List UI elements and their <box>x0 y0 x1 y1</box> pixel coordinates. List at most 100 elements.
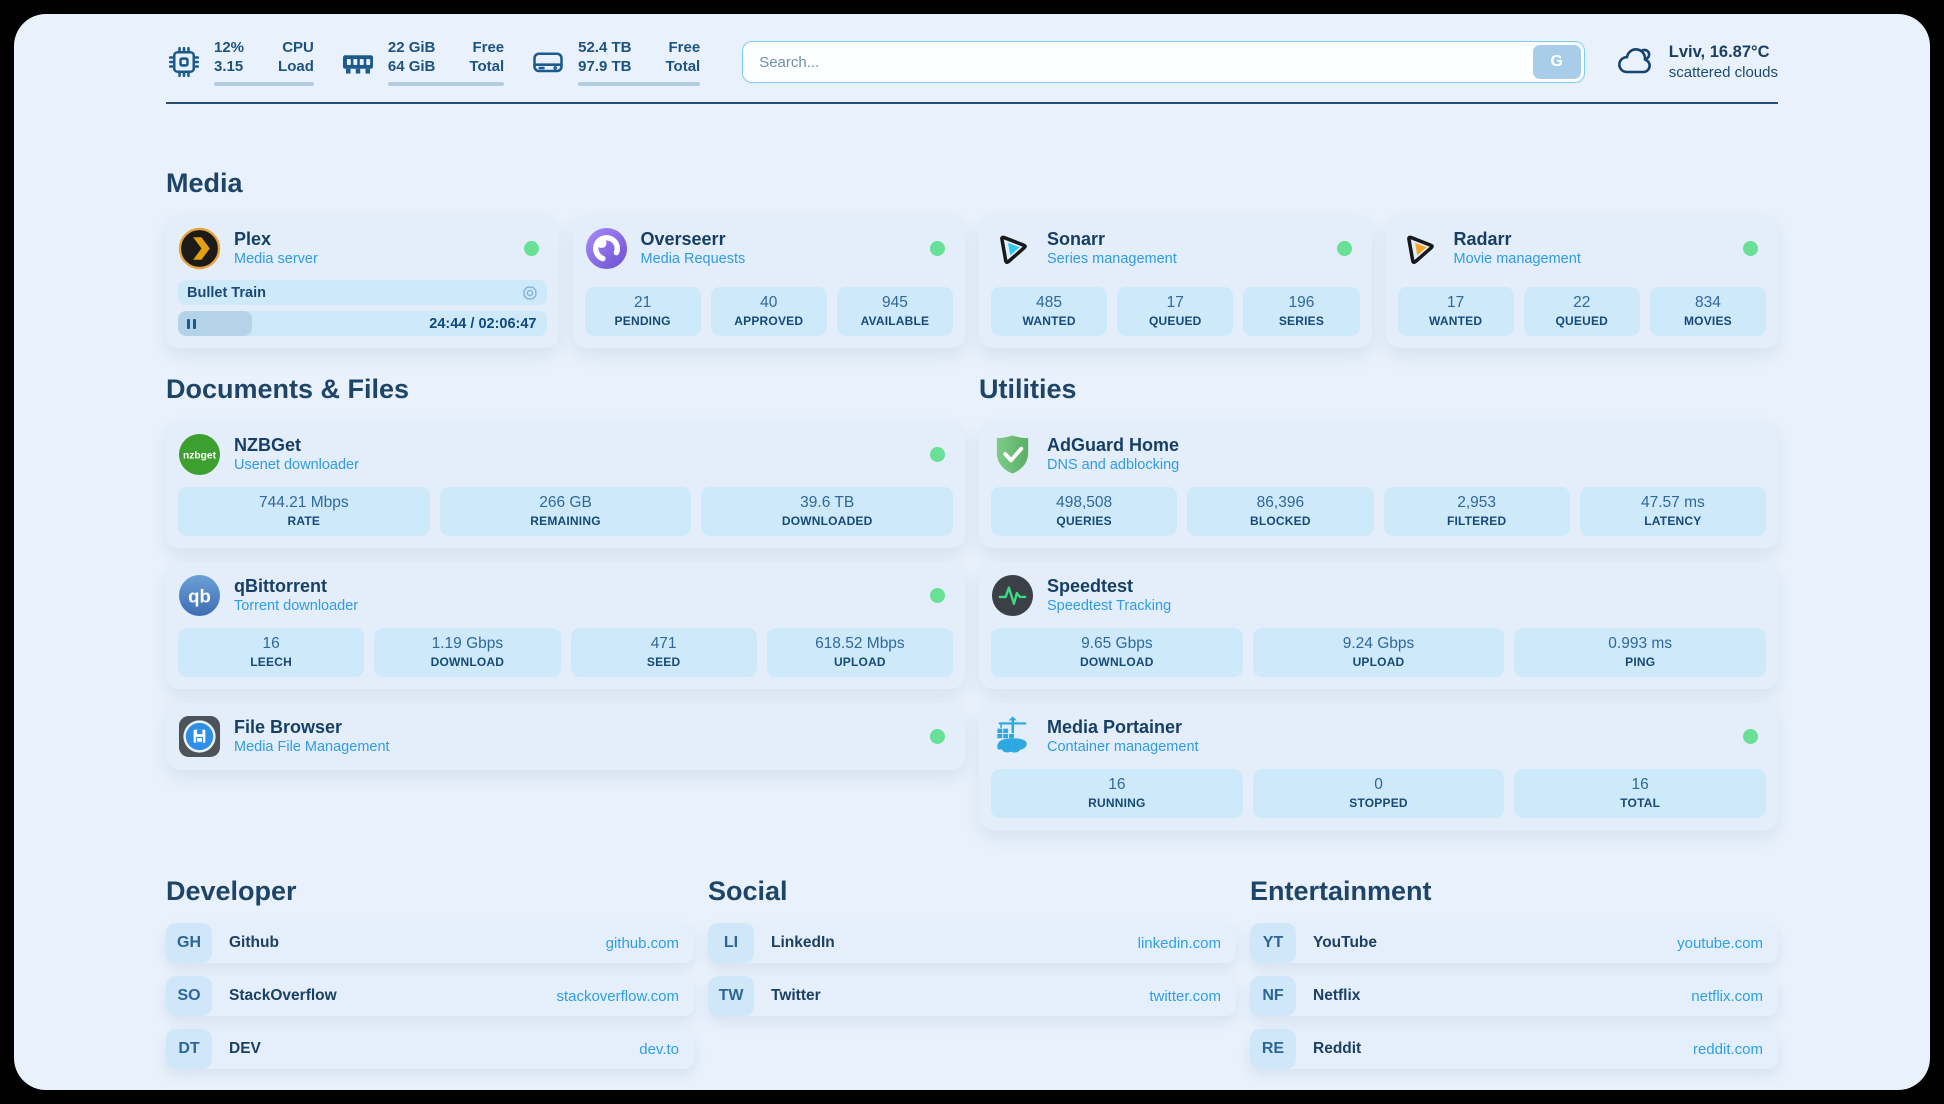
stat-tile: 17 QUEUED <box>1117 287 1233 336</box>
service-card-portainer[interactable]: Media Portainer Container management 16 … <box>979 703 1778 830</box>
bookmark-name: Netflix <box>1313 987 1360 1005</box>
bookmark-row-youtube[interactable]: YT YouTube youtube.com <box>1250 923 1778 963</box>
search-bar: G <box>742 41 1585 83</box>
cpu-load-avg: 3.15 <box>214 57 244 76</box>
stat-value: 485 <box>995 293 1103 312</box>
dashboard-page: 12% 3.15 CPU Load <box>14 14 1930 1090</box>
stat-value: 16 <box>1518 775 1762 794</box>
stat-label: UPLOAD <box>771 655 949 670</box>
bookmark-row-reddit[interactable]: RE Reddit reddit.com <box>1250 1029 1778 1069</box>
service-card-overseerr[interactable]: Overseerr Media Requests 21 PENDING 40 A… <box>573 215 966 348</box>
stat-tile: 16 LEECH <box>178 628 364 677</box>
bookmark-row-twitter[interactable]: TW Twitter twitter.com <box>708 976 1236 1016</box>
service-card-speedtest[interactable]: Speedtest Speedtest Tracking 9.65 Gbps D… <box>979 562 1778 689</box>
now-playing-title: Bullet Train <box>187 285 266 301</box>
stat-tile: 17 WANTED <box>1398 287 1514 336</box>
now-playing-bar: Bullet Train <box>178 280 547 305</box>
search-engine-button[interactable]: G <box>1533 45 1581 79</box>
stat-value: 0 <box>1257 775 1501 794</box>
cpu-chip-icon <box>166 44 202 80</box>
stat-tile: 16 RUNNING <box>991 769 1243 818</box>
app-subtitle: Media server <box>234 250 318 269</box>
status-dot <box>524 241 539 256</box>
stat-value: 744.21 Mbps <box>182 493 426 512</box>
bookmark-badge: DT <box>166 1029 212 1069</box>
ram-label-top: Free <box>469 38 504 57</box>
stat-value: 86,396 <box>1191 493 1369 512</box>
stat-tile: 945 AVAILABLE <box>837 287 953 336</box>
pause-icon <box>187 319 196 329</box>
app-title: NZBGet <box>234 434 359 456</box>
bookmark-badge: SO <box>166 976 212 1016</box>
weather-condition: scattered clouds <box>1669 63 1778 83</box>
stat-value: 9.65 Gbps <box>995 634 1239 653</box>
topbar-divider <box>166 102 1778 104</box>
stat-value: 0.993 ms <box>1518 634 1762 653</box>
app-subtitle: Speedtest Tracking <box>1047 597 1171 616</box>
section-title-utilities: Utilities <box>979 374 1778 405</box>
stat-value: 17 <box>1121 293 1229 312</box>
stat-value: 17 <box>1402 293 1510 312</box>
stat-value: 945 <box>841 293 949 312</box>
stat-tile: 40 APPROVED <box>711 287 827 336</box>
media-card-row: Plex Media server Bullet Train <box>166 215 1778 348</box>
stat-label: QUEUED <box>1528 314 1636 329</box>
ram-free: 22 GiB <box>388 38 436 57</box>
stat-tile: 39.6 TB DOWNLOADED <box>701 487 953 536</box>
cpu-label-bottom: Load <box>278 57 314 76</box>
stat-tile: 744.21 Mbps RATE <box>178 487 430 536</box>
bookmark-row-stackoverflow[interactable]: SO StackOverflow stackoverflow.com <box>166 976 694 1016</box>
speedtest-icon <box>991 574 1034 617</box>
bookmark-url: netflix.com <box>1691 988 1763 1005</box>
bookmark-row-linkedin[interactable]: LI LinkedIn linkedin.com <box>708 923 1236 963</box>
playback-time: 24:44 / 02:06:47 <box>429 311 536 336</box>
bookmark-column-entertainment: Entertainment YT YouTube youtube.com NF … <box>1250 830 1778 1069</box>
bookmark-row-netflix[interactable]: NF Netflix netflix.com <box>1250 976 1778 1016</box>
bookmark-name: LinkedIn <box>771 934 835 952</box>
top-bar: 12% 3.15 CPU Load <box>166 38 1778 86</box>
stat-label: PING <box>1518 655 1762 670</box>
stat-value: 39.6 TB <box>705 493 949 512</box>
bookmark-row-github[interactable]: GH Github github.com <box>166 923 694 963</box>
stat-label: PENDING <box>589 314 697 329</box>
stat-label: MOVIES <box>1654 314 1762 329</box>
stat-value: 834 <box>1654 293 1762 312</box>
bookmark-badge: NF <box>1250 976 1296 1016</box>
nzbget-icon: nzbget <box>178 433 221 476</box>
disk-free: 52.4 TB <box>578 38 631 57</box>
stat-tile: 266 GB REMAINING <box>440 487 692 536</box>
app-subtitle: Media File Management <box>234 738 390 757</box>
app-title: qBittorrent <box>234 575 358 597</box>
service-card-filebrowser[interactable]: File Browser Media File Management <box>166 703 965 770</box>
adguard-icon <box>991 433 1034 476</box>
app-title: Speedtest <box>1047 575 1171 597</box>
stat-label: RATE <box>182 514 426 529</box>
disk-usage-bar <box>578 82 700 86</box>
weather-widget: Lviv, 16.87°C scattered clouds <box>1615 41 1778 83</box>
stat-tile: 618.52 Mbps UPLOAD <box>767 628 953 677</box>
status-dot <box>1337 241 1352 256</box>
search-input[interactable] <box>742 41 1585 83</box>
service-card-plex[interactable]: Plex Media server Bullet Train <box>166 215 559 348</box>
service-card-qbittorrent[interactable]: qb qBittorrent Torrent downloader <box>166 562 965 689</box>
service-card-adguard[interactable]: AdGuard Home DNS and adblocking 498,508 … <box>979 421 1778 548</box>
stat-tile: 834 MOVIES <box>1650 287 1766 336</box>
bookmark-url: stackoverflow.com <box>556 988 679 1005</box>
app-title: Plex <box>234 228 318 250</box>
bookmark-url: github.com <box>606 935 679 952</box>
disk-icon <box>530 44 566 80</box>
ram-usage-bar <box>388 82 504 86</box>
svg-text:nzbget: nzbget <box>183 450 217 461</box>
bookmark-row-dev[interactable]: DT DEV dev.to <box>166 1029 694 1069</box>
cpu-percent: 12% <box>214 38 244 57</box>
stat-label: DOWNLOAD <box>995 655 1239 670</box>
status-dot <box>1743 241 1758 256</box>
section-title-social: Social <box>708 876 1236 907</box>
service-card-sonarr[interactable]: Sonarr Series management 485 WANTED 17 Q… <box>979 215 1372 348</box>
bookmark-column-developer: Developer GH Github github.com SO StackO… <box>166 830 694 1069</box>
stat-tile: 9.24 Gbps UPLOAD <box>1253 628 1505 677</box>
stat-label: LEECH <box>182 655 360 670</box>
service-card-radarr[interactable]: Radarr Movie management 17 WANTED 22 QUE… <box>1386 215 1779 348</box>
service-card-nzbget[interactable]: nzbget NZBGet Usenet downloader 74 <box>166 421 965 548</box>
bookmark-url: dev.to <box>639 1041 679 1058</box>
